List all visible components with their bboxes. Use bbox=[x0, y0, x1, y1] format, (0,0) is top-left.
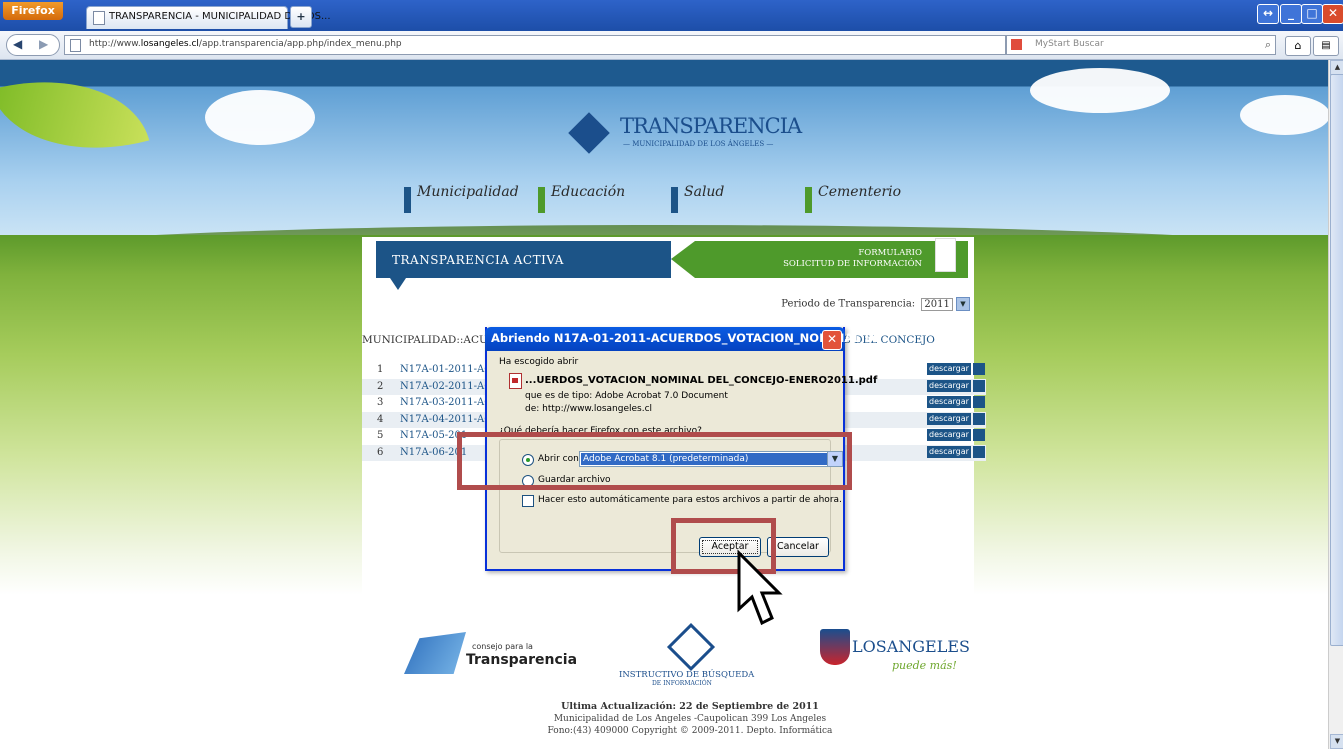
chevron-down-icon[interactable]: ▼ bbox=[956, 297, 970, 311]
periodo-selector: Periodo de Transparencia: 2011 ▼ bbox=[781, 297, 970, 311]
row-number: 6 bbox=[377, 447, 384, 458]
highlight-box-options bbox=[457, 432, 852, 490]
cloud-decoration bbox=[1240, 95, 1328, 135]
minimize-button[interactable]: _ bbox=[1280, 4, 1302, 24]
periodo-select[interactable]: 2011 bbox=[921, 297, 953, 311]
close-window-button[interactable]: ✕ bbox=[1322, 4, 1343, 24]
address-bar[interactable]: http://www.losangeles.cl/app.transparenc… bbox=[64, 35, 1055, 55]
dialog-intro: Ha escogido abrir bbox=[499, 357, 579, 367]
back-icon[interactable]: ◀ bbox=[13, 37, 22, 51]
download-button[interactable]: descargar bbox=[927, 396, 971, 408]
row-number: 4 bbox=[377, 414, 384, 425]
nav-label: Salud bbox=[684, 184, 725, 200]
back-forward-buttons[interactable]: ◀ ▶ bbox=[6, 34, 60, 56]
consejo-logo-text: consejo para la bbox=[472, 642, 533, 651]
row-number: 1 bbox=[377, 364, 384, 375]
consejo-transparencia-logo[interactable]: consejo para la Transparencia bbox=[404, 630, 577, 676]
mouse-pointer-icon bbox=[737, 549, 783, 626]
download-button[interactable]: descargar bbox=[927, 380, 971, 392]
search-engine-icon[interactable] bbox=[1011, 39, 1022, 50]
browser-tab[interactable]: TRANSPARENCIA - MUNICIPALIDAD DE LOS... bbox=[86, 6, 331, 29]
los-angeles-logo[interactable]: LOSANGELES puede más! bbox=[820, 625, 970, 680]
home-icon[interactable]: ⌂ bbox=[1285, 36, 1311, 56]
restore-icon[interactable]: ↔ bbox=[1257, 4, 1279, 24]
scroll-thumb[interactable] bbox=[1330, 74, 1343, 646]
navigation-toolbar: ◀ ▶ http://www.losangeles.cl/app.transpa… bbox=[0, 31, 1343, 60]
footer-copyright: Fono:(43) 409000 Copyright © 2009-2011. … bbox=[547, 726, 833, 736]
section-path: MUNICIPALIDAD::ACU bbox=[362, 334, 488, 346]
close-icon[interactable]: ✕ bbox=[822, 330, 842, 350]
footer-updated: Ultima Actualización: 22 de Septiembre d… bbox=[561, 701, 819, 712]
periodo-label: Periodo de Transparencia: bbox=[781, 298, 916, 310]
document-icon[interactable] bbox=[973, 429, 985, 441]
document-icon[interactable] bbox=[973, 380, 985, 392]
pdf-file-icon bbox=[509, 373, 522, 389]
scroll-up-icon[interactable]: ▲ bbox=[1330, 60, 1343, 75]
forward-icon[interactable]: ▶ bbox=[39, 37, 48, 51]
dialog-titlebar[interactable]: Abriendo N17A-01-2011-ACUERDOS_VOTACION_… bbox=[485, 327, 895, 351]
url-text[interactable]: http://www.losangeles.cl/app.transparenc… bbox=[89, 39, 402, 49]
nav-bar-marker bbox=[805, 187, 812, 213]
logo-subtitle: — MUNICIPALIDAD DE LOS ÁNGELES — bbox=[623, 140, 774, 148]
download-button[interactable]: descargar bbox=[927, 429, 971, 441]
firefox-menu-button[interactable]: Firefox bbox=[3, 2, 63, 20]
document-icon[interactable] bbox=[973, 396, 985, 408]
nav-label: Educación bbox=[551, 184, 626, 200]
banner-arrow bbox=[390, 278, 406, 290]
download-button[interactable]: descargar bbox=[927, 363, 971, 375]
footer-address: Municipalidad de Los Angeles -Caupolican… bbox=[553, 714, 827, 724]
nav-label: Municipalidad bbox=[417, 184, 519, 200]
download-button[interactable]: descargar bbox=[927, 413, 971, 425]
bookmarks-menu-icon[interactable]: ▤ bbox=[1313, 36, 1339, 56]
cloud-decoration bbox=[205, 90, 315, 145]
file-source: de: http://www.losangeles.cl bbox=[525, 404, 653, 414]
check-mark-logo-icon bbox=[568, 112, 610, 154]
instructivo-text: DE INFORMACIÓN bbox=[652, 680, 712, 687]
row-number: 3 bbox=[377, 397, 384, 408]
download-button[interactable]: descargar bbox=[927, 446, 971, 458]
search-bar[interactable]: MyStart Buscar ⌕ bbox=[1006, 35, 1276, 55]
cloud-decoration bbox=[1030, 68, 1170, 113]
los-angeles-tagline: puede más! bbox=[892, 659, 957, 672]
nav-bar-marker bbox=[538, 187, 545, 213]
page-scrollbar[interactable]: ▲ ▼ bbox=[1328, 60, 1343, 749]
coat-of-arms-icon bbox=[820, 629, 850, 665]
solicitud-banner[interactable]: FORMULARIO SOLICITUD DE INFORMACIÓN bbox=[671, 238, 968, 278]
browser-titlebar: Firefox TRANSPARENCIA - MUNICIPALIDAD DE… bbox=[0, 0, 1343, 31]
instructivo-logo[interactable]: INSTRUCTIVO DE BÚSQUEDA DE INFORMACIÓN bbox=[614, 622, 774, 687]
nav-bar-marker bbox=[404, 187, 411, 213]
nav-bar-marker bbox=[671, 187, 678, 213]
site-identity-icon[interactable] bbox=[70, 39, 81, 52]
consejo-logo-text: Transparencia bbox=[466, 652, 578, 668]
banner-title: TRANSPARENCIA ACTIVA bbox=[392, 253, 564, 267]
consejo-logo-shape bbox=[404, 632, 466, 674]
scroll-down-icon[interactable]: ▼ bbox=[1330, 734, 1343, 749]
page-icon bbox=[93, 11, 105, 25]
nav-label: Cementerio bbox=[818, 184, 902, 200]
remember-choice-checkbox[interactable] bbox=[522, 495, 534, 507]
document-icon[interactable] bbox=[973, 413, 985, 425]
instructivo-logo-icon bbox=[666, 622, 716, 672]
search-placeholder: MyStart Buscar bbox=[1035, 39, 1104, 49]
row-number: 2 bbox=[377, 381, 384, 392]
logo-title: TRANSPARENCIA bbox=[620, 114, 802, 138]
remember-choice-label[interactable]: Hacer esto automáticamente para estos ar… bbox=[538, 495, 842, 505]
file-name: ...UERDOS_VOTACION_NOMINAL DEL_CONCEJO-E… bbox=[525, 375, 878, 386]
row-number: 5 bbox=[377, 430, 384, 441]
transparencia-logo[interactable]: TRANSPARENCIA — MUNICIPALIDAD DE LOS ÁNG… bbox=[568, 110, 802, 160]
document-icon[interactable] bbox=[973, 363, 985, 375]
document-icon bbox=[935, 238, 956, 272]
document-icon[interactable] bbox=[973, 446, 985, 458]
los-angeles-logo-text: LOSANGELES bbox=[852, 637, 970, 656]
banner-notch bbox=[671, 241, 695, 278]
search-icon[interactable]: ⌕ bbox=[1265, 38, 1271, 52]
maximize-button[interactable]: □ bbox=[1301, 4, 1323, 24]
new-tab-button[interactable]: + bbox=[290, 6, 312, 28]
page-footer: Ultima Actualización: 22 de Septiembre d… bbox=[500, 701, 880, 737]
transparencia-activa-banner[interactable]: TRANSPARENCIA ACTIVA bbox=[376, 241, 676, 278]
file-type: que es de tipo: Adobe Acrobat 7.0 Docume… bbox=[525, 391, 728, 401]
instructivo-text: INSTRUCTIVO DE BÚSQUEDA bbox=[619, 670, 755, 680]
solicitud-label: FORMULARIO SOLICITUD DE INFORMACIÓN bbox=[783, 248, 922, 269]
